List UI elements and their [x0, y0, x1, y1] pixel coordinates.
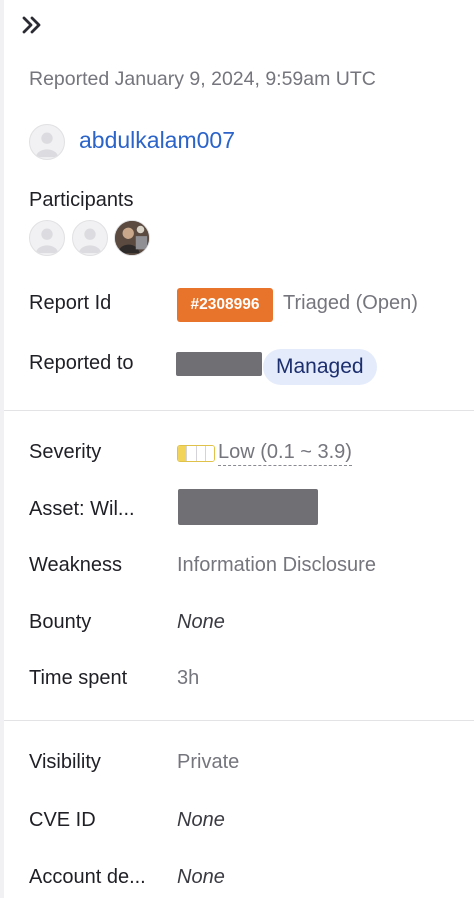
severity-meter-icon [177, 445, 215, 462]
collapse-sidebar-button[interactable] [20, 12, 46, 38]
visibility-value: Private [177, 751, 240, 773]
bounty-label: Bounty [29, 611, 92, 633]
reporter-username-link[interactable]: abdulkalam007 [79, 127, 235, 154]
section-divider [4, 410, 474, 411]
user-avatar-icon [78, 228, 102, 254]
report-id-badge: #2308996 [177, 288, 273, 322]
managed-program-badge: Managed [263, 349, 377, 385]
cve-id-label: CVE ID [29, 809, 96, 831]
weakness-value: Information Disclosure [177, 554, 376, 576]
redacted-program-name [176, 352, 262, 376]
reported-to-label: Reported to [29, 352, 134, 374]
reporter-avatar[interactable] [29, 124, 65, 160]
report-status: Triaged (Open) [283, 292, 418, 314]
user-photo-icon [115, 221, 149, 255]
account-details-value: None [177, 866, 225, 888]
user-avatar-icon [35, 132, 59, 158]
time-spent-label: Time spent [29, 667, 128, 689]
bounty-value: None [177, 611, 225, 633]
reported-timestamp: Reported January 9, 2024, 9:59am UTC [29, 68, 376, 90]
severity-label: Severity [29, 441, 102, 463]
participant-avatar[interactable] [29, 220, 65, 256]
left-panel-edge [0, 0, 4, 898]
participant-avatar[interactable] [72, 220, 108, 256]
section-divider [4, 720, 474, 721]
participant-avatar-photo[interactable] [114, 220, 150, 256]
participants-label: Participants [29, 189, 134, 211]
redacted-asset-name [178, 489, 318, 525]
severity-value[interactable]: Low (0.1 ~ 3.9) [218, 441, 352, 466]
double-chevron-right-icon [22, 16, 41, 34]
weakness-label: Weakness [29, 554, 123, 576]
account-details-label: Account de... [29, 866, 146, 888]
user-avatar-icon [35, 228, 59, 254]
time-spent-value: 3h [177, 667, 200, 689]
cve-id-value: None [177, 809, 225, 831]
visibility-label: Visibility [29, 751, 101, 773]
asset-label: Asset: Wil... [29, 498, 135, 520]
report-id-label: Report Id [29, 292, 112, 314]
